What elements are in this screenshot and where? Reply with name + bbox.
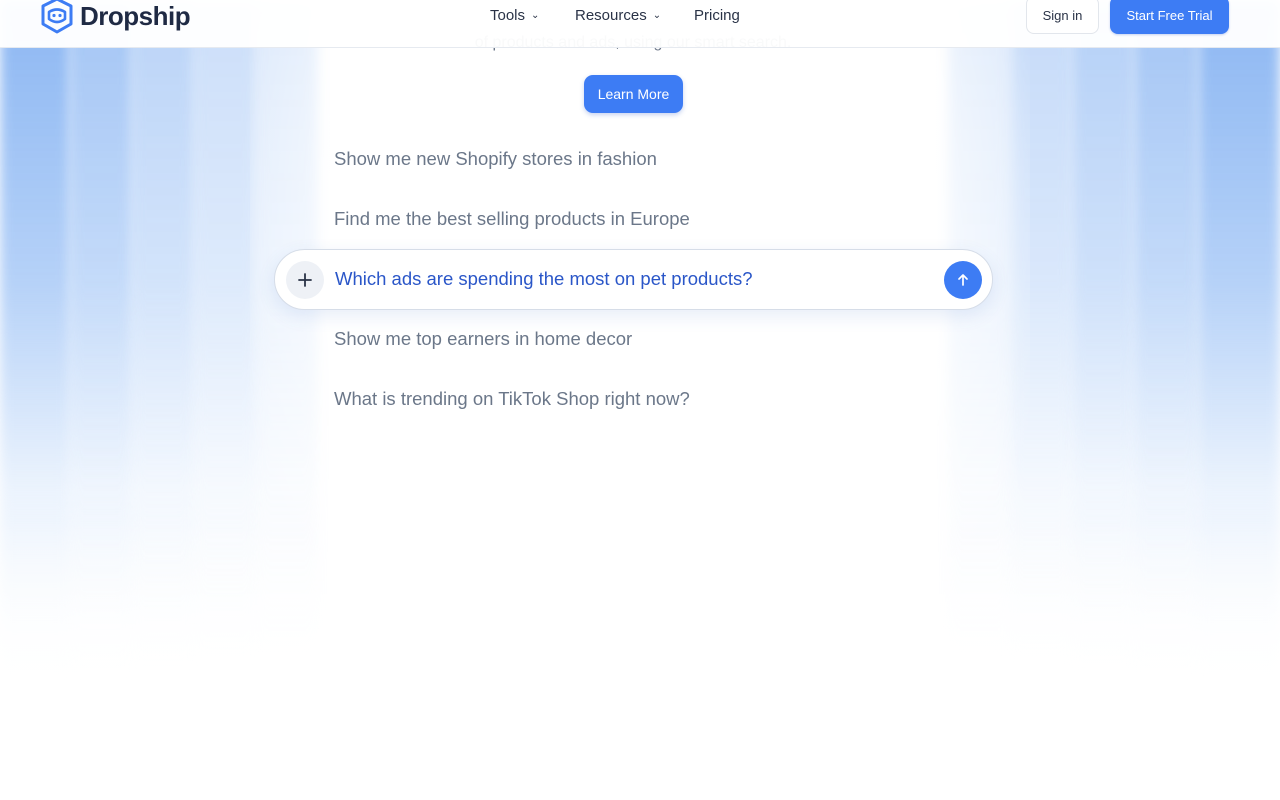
- sign-in-button[interactable]: Sign in: [1026, 0, 1099, 34]
- nav-label-resources: Resources: [575, 6, 647, 24]
- brand-name: Dropship: [80, 0, 191, 31]
- nav-label-pricing: Pricing: [694, 6, 740, 24]
- suggestion-item[interactable]: Find me the best selling products in Eur…: [334, 208, 690, 230]
- suggestion-item[interactable]: What is trending on TikTok Shop right no…: [334, 388, 690, 410]
- nav-item-pricing[interactable]: Pricing: [694, 0, 740, 30]
- plus-icon: [298, 273, 312, 287]
- nav-item-resources[interactable]: Resources ⌄: [575, 0, 661, 30]
- suggestion-item[interactable]: Show me top earners in home decor: [334, 328, 632, 350]
- arrow-up-icon: [958, 274, 968, 286]
- chevron-down-icon: ⌄: [652, 9, 662, 21]
- search-input[interactable]: Which ads are spending the most on pet p…: [335, 268, 753, 290]
- chevron-down-icon: ⌄: [531, 9, 540, 21]
- learn-more-button[interactable]: Learn More: [584, 75, 683, 113]
- search-prompt-box[interactable]: Which ads are spending the most on pet p…: [274, 249, 993, 310]
- nav-label-tools: Tools: [490, 6, 526, 24]
- dropship-logo-icon: [41, 0, 73, 34]
- attach-button[interactable]: [286, 261, 324, 299]
- top-navigation-bar: Dropship Tools ⌄ Resources ⌄ Pricing Sig…: [0, 0, 1280, 48]
- suggestion-item[interactable]: Show me new Shopify stores in fashion: [334, 148, 657, 170]
- send-button[interactable]: [944, 261, 982, 299]
- brand-logo[interactable]: Dropship: [40, 0, 191, 36]
- start-free-trial-button[interactable]: Start Free Trial: [1110, 0, 1229, 34]
- nav-item-tools[interactable]: Tools ⌄: [490, 0, 539, 30]
